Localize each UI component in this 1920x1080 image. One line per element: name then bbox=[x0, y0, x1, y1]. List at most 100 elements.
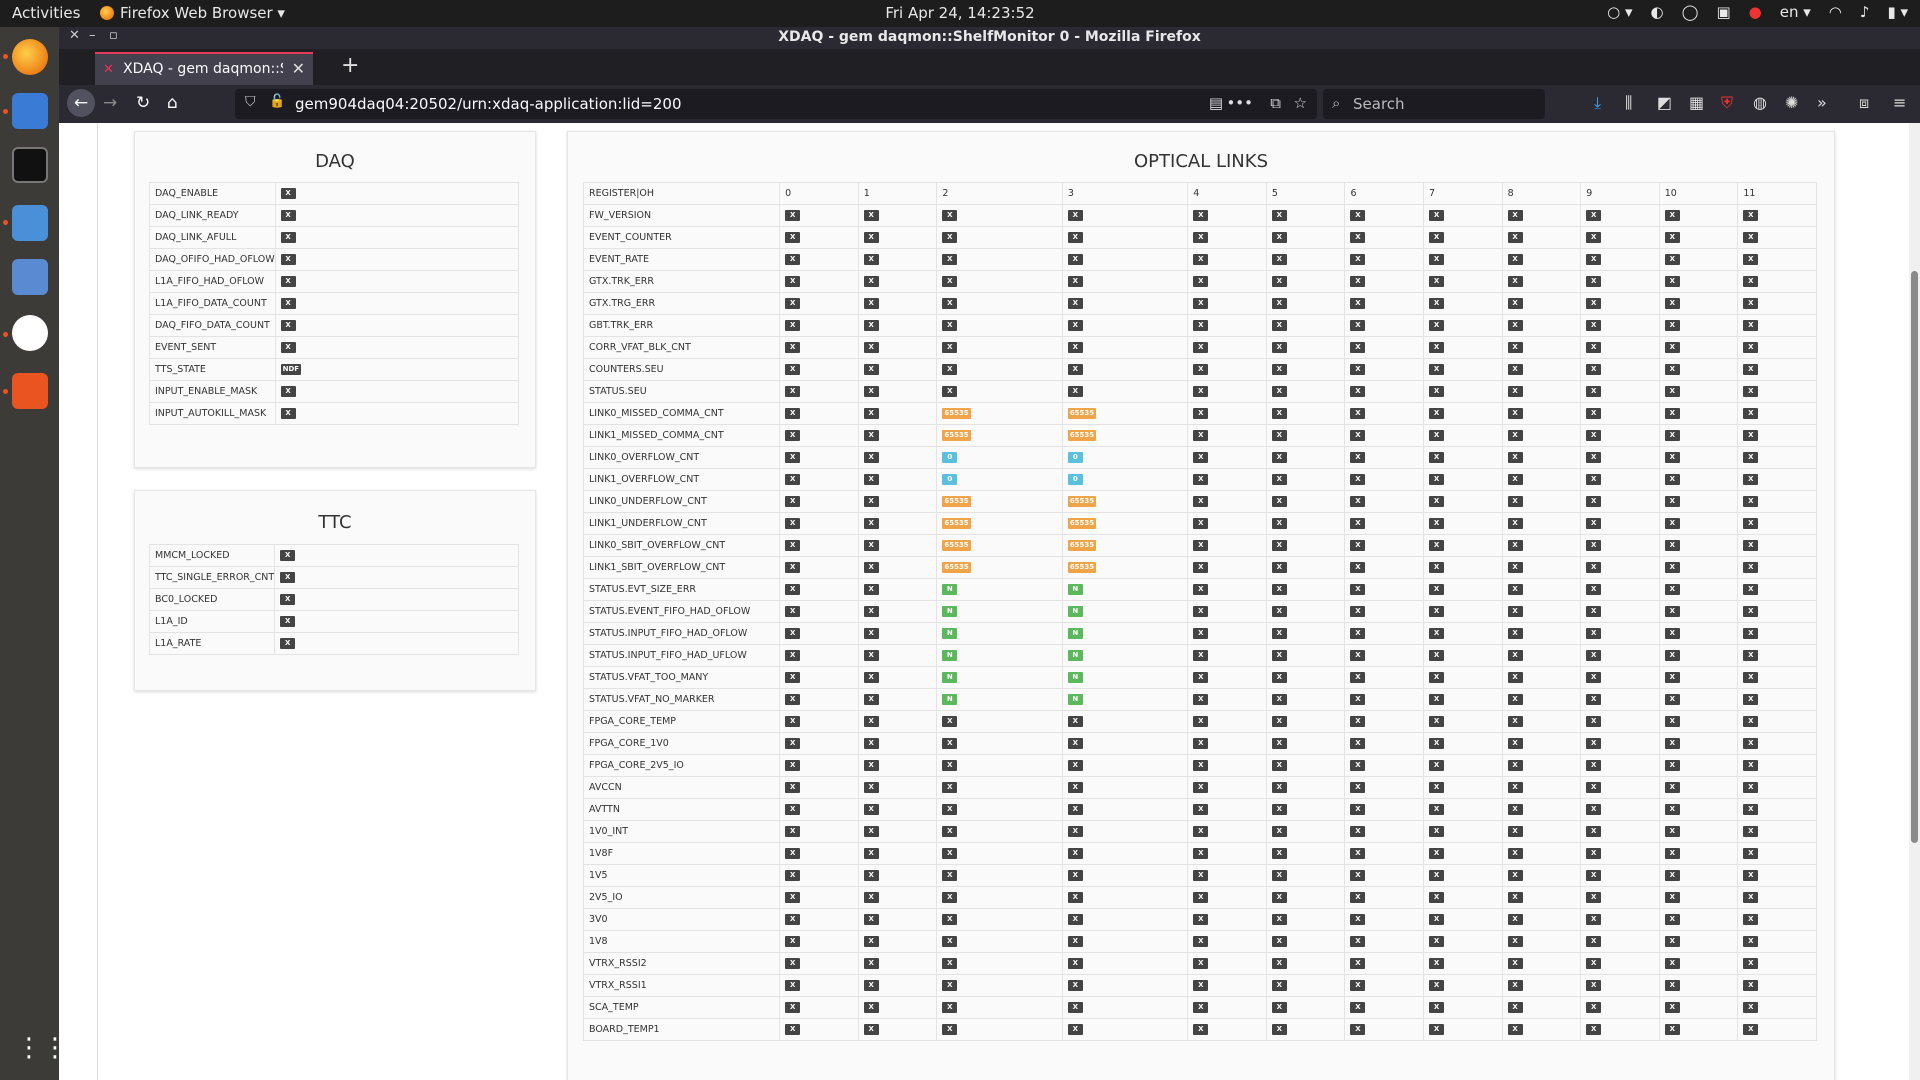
register-value: X bbox=[1501, 666, 1582, 689]
value-badge: X bbox=[1193, 408, 1209, 419]
value-badge: X bbox=[1586, 232, 1602, 243]
value-badge: X bbox=[1743, 936, 1759, 947]
search-input[interactable]: ⌕ Search bbox=[1323, 89, 1545, 119]
extensions-puzzle-icon[interactable]: ⧈ bbox=[1859, 93, 1869, 113]
register-value: X bbox=[1061, 974, 1189, 997]
volume-icon[interactable]: ♪ bbox=[1860, 3, 1870, 21]
value-badge: X bbox=[1193, 804, 1209, 815]
reader-view-icon[interactable]: ▤ bbox=[1209, 94, 1223, 112]
library-icon[interactable]: ⫼ bbox=[1625, 93, 1632, 113]
tracking-protection-icon[interactable]: ⛉ bbox=[245, 94, 256, 110]
register-value: X bbox=[779, 930, 859, 953]
files-dock-icon[interactable] bbox=[12, 259, 48, 295]
chat-dock-icon[interactable] bbox=[12, 315, 48, 351]
register-value: X bbox=[1187, 358, 1267, 381]
value-badge: X bbox=[1743, 254, 1759, 265]
screenshot-icon[interactable]: ⧉ bbox=[1270, 94, 1281, 112]
terminal-dock-icon[interactable] bbox=[12, 147, 48, 183]
presentation-dock-icon[interactable] bbox=[12, 373, 48, 409]
register-value: X bbox=[1187, 402, 1267, 425]
register-value: X bbox=[1501, 314, 1582, 337]
url-bar[interactable]: ⛉ 🔓 gem904daq04:20502/urn:xdaq-applicati… bbox=[235, 89, 1317, 119]
value-badge: X bbox=[1507, 430, 1523, 441]
register-value: X bbox=[936, 292, 1063, 315]
url-text[interactable]: gem904daq04:20502/urn:xdaq-application:l… bbox=[295, 95, 681, 113]
register-value: X bbox=[1061, 336, 1189, 359]
register-value: X bbox=[936, 1018, 1063, 1041]
app-menu[interactable]: Firefox Web Browser ▾ bbox=[100, 4, 285, 22]
register-value: X bbox=[1061, 1018, 1189, 1041]
wifi-icon[interactable]: ◠ bbox=[1829, 3, 1842, 21]
value-badge: X bbox=[1507, 518, 1523, 529]
reload-icon[interactable]: ↻ bbox=[136, 93, 150, 113]
value-badge: X bbox=[1350, 606, 1366, 617]
register-value: X bbox=[1737, 776, 1817, 799]
extension-2-icon[interactable]: ✺ bbox=[1785, 93, 1798, 112]
register-value: X bbox=[1187, 864, 1267, 887]
register-value: X bbox=[936, 974, 1063, 997]
register-value: X bbox=[1187, 204, 1267, 227]
table-row: COUNTERS.SEU X X X X X X X X X X X X bbox=[582, 358, 1817, 381]
value-badge: X bbox=[1507, 298, 1523, 309]
table-row: STATUS.INPUT_FIFO_HAD_OFLOW X X N N X X X X X X X X bbox=[582, 622, 1817, 645]
value-badge: X bbox=[1507, 804, 1523, 815]
insecure-lock-icon[interactable]: 🔓 bbox=[269, 94, 285, 109]
value-badge: X bbox=[863, 936, 879, 947]
value-badge: X bbox=[1350, 716, 1366, 727]
page-scrollbar[interactable] bbox=[1909, 123, 1920, 1080]
home-icon[interactable]: ⌂ bbox=[167, 93, 178, 113]
value-badge: X bbox=[1350, 430, 1366, 441]
register-value: X bbox=[274, 270, 520, 293]
vpn-icon[interactable]: ◐ bbox=[1651, 3, 1664, 21]
battery-icon[interactable]: ▮ ▾ bbox=[1887, 3, 1908, 21]
ublock-icon[interactable]: ⛨ bbox=[1721, 93, 1733, 113]
register-value: X bbox=[857, 666, 938, 689]
value-badge: X bbox=[280, 232, 296, 243]
register-value: X bbox=[1265, 842, 1346, 865]
value-badge: 65535 bbox=[942, 496, 971, 507]
chrome-icon[interactable]: ● bbox=[1749, 3, 1762, 21]
new-tab-button[interactable]: + bbox=[341, 53, 359, 78]
container-icon[interactable]: ▦ bbox=[1689, 93, 1704, 112]
register-name: LINK0_UNDERFLOW_CNT bbox=[582, 490, 781, 513]
bookmark-star-icon[interactable]: ☆ bbox=[1294, 94, 1307, 112]
value-badge: 65535 bbox=[1067, 408, 1097, 419]
overflow-menu-icon[interactable]: » bbox=[1817, 93, 1827, 112]
tab-xdaq[interactable]: ✕ XDAQ - gem daqmon::Sh ✕ bbox=[95, 52, 313, 85]
extension-icon[interactable]: ◍ bbox=[1753, 93, 1767, 112]
downloads-icon[interactable]: ⤓ bbox=[1594, 93, 1601, 113]
value-badge: X bbox=[1743, 386, 1759, 397]
page-actions-icon[interactable]: ••• bbox=[1226, 94, 1253, 112]
editor-dock-icon[interactable] bbox=[12, 93, 48, 129]
value-badge: X bbox=[942, 760, 958, 771]
value-badge: X bbox=[1271, 584, 1287, 595]
value-badge: N bbox=[942, 628, 958, 639]
sync-icon[interactable]: ◯ bbox=[1682, 3, 1699, 21]
scrollbar-thumb[interactable] bbox=[1911, 271, 1918, 843]
mail-dock-icon[interactable] bbox=[12, 205, 48, 241]
firefox-dock-icon[interactable] bbox=[12, 39, 48, 75]
register-value: X bbox=[1061, 314, 1189, 337]
status-icon[interactable]: ○ ▾ bbox=[1607, 3, 1632, 21]
activities-button[interactable]: Activities bbox=[12, 4, 80, 22]
register-value: X bbox=[1501, 996, 1582, 1019]
hamburger-menu-icon[interactable]: ≡ bbox=[1893, 93, 1906, 112]
running-indicator bbox=[3, 389, 8, 394]
value-badge: X bbox=[942, 386, 958, 397]
register-value: X bbox=[1187, 336, 1267, 359]
close-tab-icon[interactable]: ✕ bbox=[292, 59, 305, 78]
app-indicator-icon[interactable]: ▣ bbox=[1716, 3, 1730, 21]
value-badge: X bbox=[1507, 254, 1523, 265]
value-badge: X bbox=[1271, 672, 1287, 683]
value-badge: X bbox=[1350, 782, 1366, 793]
value-badge: X bbox=[1586, 650, 1602, 661]
value-badge: X bbox=[1429, 958, 1445, 969]
table-row: TTC_SINGLE_ERROR_CNT X bbox=[148, 566, 519, 589]
back-icon[interactable]: ← bbox=[67, 89, 95, 117]
pocket-icon[interactable]: ◩ bbox=[1657, 93, 1672, 112]
register-value: X bbox=[1580, 996, 1660, 1019]
forward-icon[interactable]: → bbox=[103, 93, 117, 113]
register-value: X bbox=[1580, 248, 1660, 271]
value-badge: X bbox=[1586, 452, 1602, 463]
language-selector[interactable]: en ▾ bbox=[1780, 3, 1811, 21]
